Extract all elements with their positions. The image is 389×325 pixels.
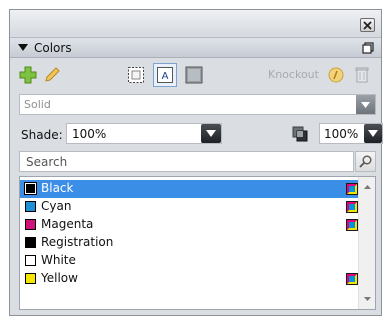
panel-menu-icon[interactable] <box>362 42 374 54</box>
color-swatch <box>25 273 36 284</box>
color-list: Black Cyan Magenta Registration White Ye… <box>19 176 376 310</box>
color-swatch <box>25 201 36 212</box>
list-item-black[interactable]: Black <box>20 180 358 198</box>
fill-type-value: Solid <box>24 98 51 111</box>
panel-top-bar <box>10 10 381 36</box>
shade-field[interactable]: 100% <box>66 123 222 144</box>
list-item-magenta[interactable]: Magenta <box>20 216 358 234</box>
magnifier-icon[interactable] <box>355 151 376 172</box>
knockout-icon[interactable] <box>326 65 346 85</box>
list-item-cyan[interactable]: Cyan <box>20 198 358 216</box>
color-name: Yellow <box>41 271 78 285</box>
scroll-down-icon[interactable] <box>359 291 375 307</box>
trash-icon[interactable] <box>352 65 372 85</box>
search-field[interactable] <box>19 151 354 172</box>
panel-title-bar[interactable]: Colors <box>10 37 381 58</box>
colors-toolbar: A Knockout <box>10 62 381 88</box>
triangle-down-icon[interactable] <box>18 44 28 52</box>
search-input[interactable] <box>20 152 353 171</box>
fill-type-dropdown[interactable]: Solid <box>19 94 376 115</box>
chevron-down-icon[interactable] <box>356 95 375 114</box>
color-name: White <box>41 253 76 267</box>
chevron-down-icon[interactable] <box>201 124 221 143</box>
color-swatch <box>25 219 36 230</box>
colors-panel: Colors A Knockout Solid Shade: 100% 100%… <box>9 9 383 316</box>
overprint-icon[interactable] <box>292 126 308 142</box>
color-name: Registration <box>41 235 114 249</box>
text-color-icon[interactable]: A <box>153 63 177 87</box>
opacity-value: 100% <box>324 127 359 141</box>
color-swatch <box>25 237 36 248</box>
scroll-up-icon[interactable] <box>359 179 375 195</box>
list-item-registration[interactable]: Registration <box>20 234 358 252</box>
opacity-field[interactable]: 100% <box>319 123 383 144</box>
panel-title: Colors <box>34 41 72 55</box>
color-swatch <box>25 255 36 266</box>
list-item-yellow[interactable]: Yellow <box>20 270 358 288</box>
cmyk-icon <box>346 183 358 195</box>
close-icon[interactable] <box>360 18 375 32</box>
cmyk-icon <box>346 219 358 231</box>
shade-label: Shade: <box>21 128 63 142</box>
plus-icon[interactable] <box>18 65 38 85</box>
list-item-white[interactable]: White <box>20 252 358 270</box>
color-name: Black <box>41 181 74 195</box>
pencil-icon[interactable] <box>42 65 62 85</box>
list-scrollbar[interactable] <box>358 177 375 309</box>
cmyk-icon <box>346 273 358 285</box>
color-name: Magenta <box>41 217 94 231</box>
knockout-label: Knockout <box>268 68 319 81</box>
chevron-down-icon[interactable] <box>364 124 382 143</box>
cmyk-icon <box>346 201 358 213</box>
shade-value: 100% <box>72 127 107 141</box>
color-name: Cyan <box>41 199 72 213</box>
background-color-icon[interactable] <box>184 65 204 85</box>
color-swatch <box>24 182 37 195</box>
frame-color-icon[interactable] <box>126 65 146 85</box>
svg-text:A: A <box>162 71 169 82</box>
